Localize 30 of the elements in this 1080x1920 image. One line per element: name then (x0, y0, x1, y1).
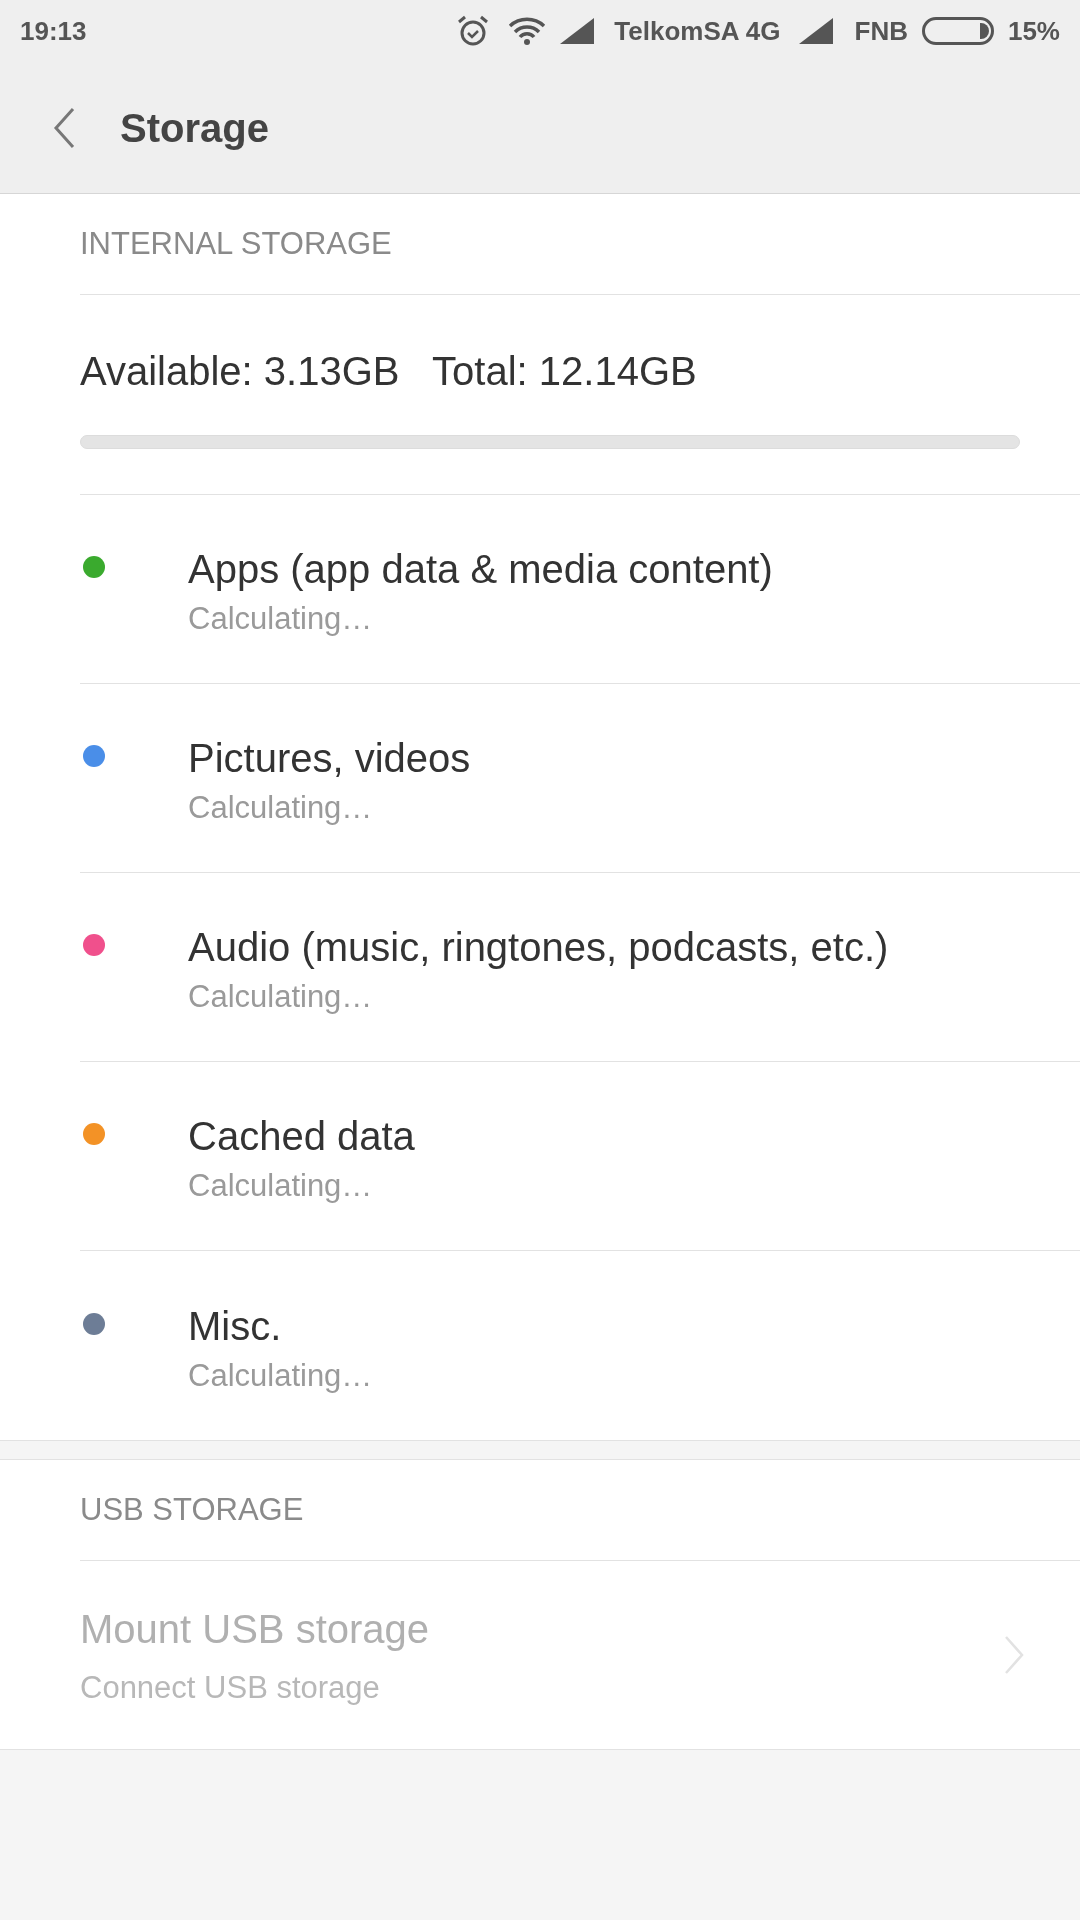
category-subtitle: Calculating… (188, 789, 374, 827)
category-title: Cached data (188, 1113, 415, 1160)
storage-category-row[interactable]: Misc. Calculating… (80, 1251, 1080, 1440)
category-subtitle: Calculating… (188, 978, 374, 1016)
storage-category-row[interactable]: Audio (music, ringtones, podcasts, etc.) Calculating… (80, 873, 1080, 1062)
screen-title: Storage (120, 104, 269, 152)
category-subtitle: Calculating… (188, 1356, 373, 1395)
storage-category-row[interactable]: Pictures, videos Calculating… (80, 684, 1080, 873)
chevron-icon (1004, 1635, 1024, 1675)
category-title: Apps (app data & media content) (188, 546, 773, 593)
status-time: 19:13 (20, 14, 87, 48)
carrier-name: TelkomSA 4G (614, 14, 781, 48)
storage-category-row[interactable]: Apps (app data & media content) Calculating… (80, 495, 1080, 684)
category-subtitle: Calculating… (188, 1167, 374, 1205)
category-title: Pictures, videos (188, 735, 471, 782)
carrier-name: FNB (854, 14, 908, 48)
row-subtitle: Connect USB storage (80, 1668, 381, 1707)
wifi-icon (508, 17, 547, 45)
section-header: INTERNAL STORAGE (80, 224, 392, 263)
battery-icon (921, 17, 994, 45)
battery-percent: 15% (1007, 14, 1060, 48)
section-header: USB STORAGE (80, 1490, 304, 1529)
category-subtitle: Calculating… (188, 600, 374, 638)
category-title: Misc. (188, 1302, 283, 1350)
category-title: Audio (music, ringtones, podcasts, etc.) (188, 924, 889, 971)
row-title: Mount USB storage (80, 1605, 431, 1653)
alarm-clock-icon (456, 14, 491, 48)
back-icon (53, 106, 75, 149)
storage-summary: Available: 3.13GB Total: 12.14GB (80, 347, 698, 395)
storage-category-row[interactable]: Cached data Calculating… (80, 1062, 1080, 1251)
